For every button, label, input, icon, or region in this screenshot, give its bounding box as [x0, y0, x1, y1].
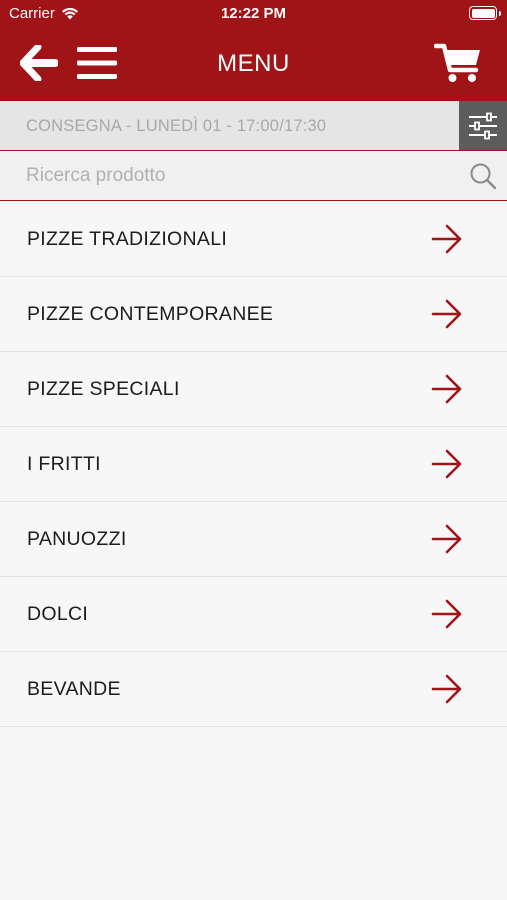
- category-item-pizze-tradizionali[interactable]: PIZZE TRADIZIONALI: [0, 202, 507, 277]
- arrow-right-icon: [431, 524, 462, 554]
- category-item-dolci[interactable]: DOLCI: [0, 577, 507, 652]
- category-item-pizze-contemporanee[interactable]: PIZZE CONTEMPORANEE: [0, 277, 507, 352]
- page-title: MENU: [217, 50, 290, 77]
- status-time: 12:22 PM: [220, 5, 287, 22]
- category-list: PIZZE TRADIZIONALI PIZZE CONTEMPORANEE P…: [0, 202, 507, 727]
- status-bar: Carrier 12:22 PM: [0, 0, 507, 28]
- delivery-bar: CONSEGNA - LUNEDÌ 01 - 17:00/17:30: [0, 101, 507, 151]
- category-label: PANUOZZI: [27, 528, 127, 550]
- category-label: PIZZE TRADIZIONALI: [27, 228, 228, 250]
- category-item-i-fritti[interactable]: I FRITTI: [0, 427, 507, 502]
- filter-sliders-icon: [469, 112, 497, 139]
- category-item-bevande[interactable]: BEVANDE: [0, 652, 507, 727]
- arrow-right-icon: [431, 674, 462, 704]
- arrow-right-icon: [431, 449, 462, 479]
- category-label: PIZZE SPECIALI: [27, 378, 180, 400]
- category-item-pizze-speciali[interactable]: PIZZE SPECIALI: [0, 352, 507, 427]
- category-item-panuozzi[interactable]: PANUOZZI: [0, 502, 507, 577]
- cart-button[interactable]: [432, 40, 484, 86]
- category-label: DOLCI: [27, 603, 89, 625]
- category-label: BEVANDE: [27, 678, 121, 700]
- category-label: I FRITTI: [27, 453, 101, 475]
- search-bar: [0, 152, 507, 201]
- delivery-info: CONSEGNA - LUNEDÌ 01 - 17:00/17:30: [26, 117, 327, 135]
- arrow-right-icon: [431, 599, 462, 629]
- filter-button[interactable]: [459, 101, 507, 150]
- category-label: PIZZE CONTEMPORANEE: [27, 303, 274, 325]
- arrow-right-icon: [431, 299, 462, 329]
- search-icon[interactable]: [469, 162, 497, 190]
- navigation-bar: MENU: [0, 28, 507, 101]
- app-header: Carrier 12:22 PM MENU: [0, 0, 507, 101]
- search-input[interactable]: [26, 160, 446, 192]
- arrow-right-icon: [431, 224, 462, 254]
- arrow-right-icon: [431, 374, 462, 404]
- cart-icon: [434, 43, 480, 82]
- battery-icon: [469, 6, 501, 20]
